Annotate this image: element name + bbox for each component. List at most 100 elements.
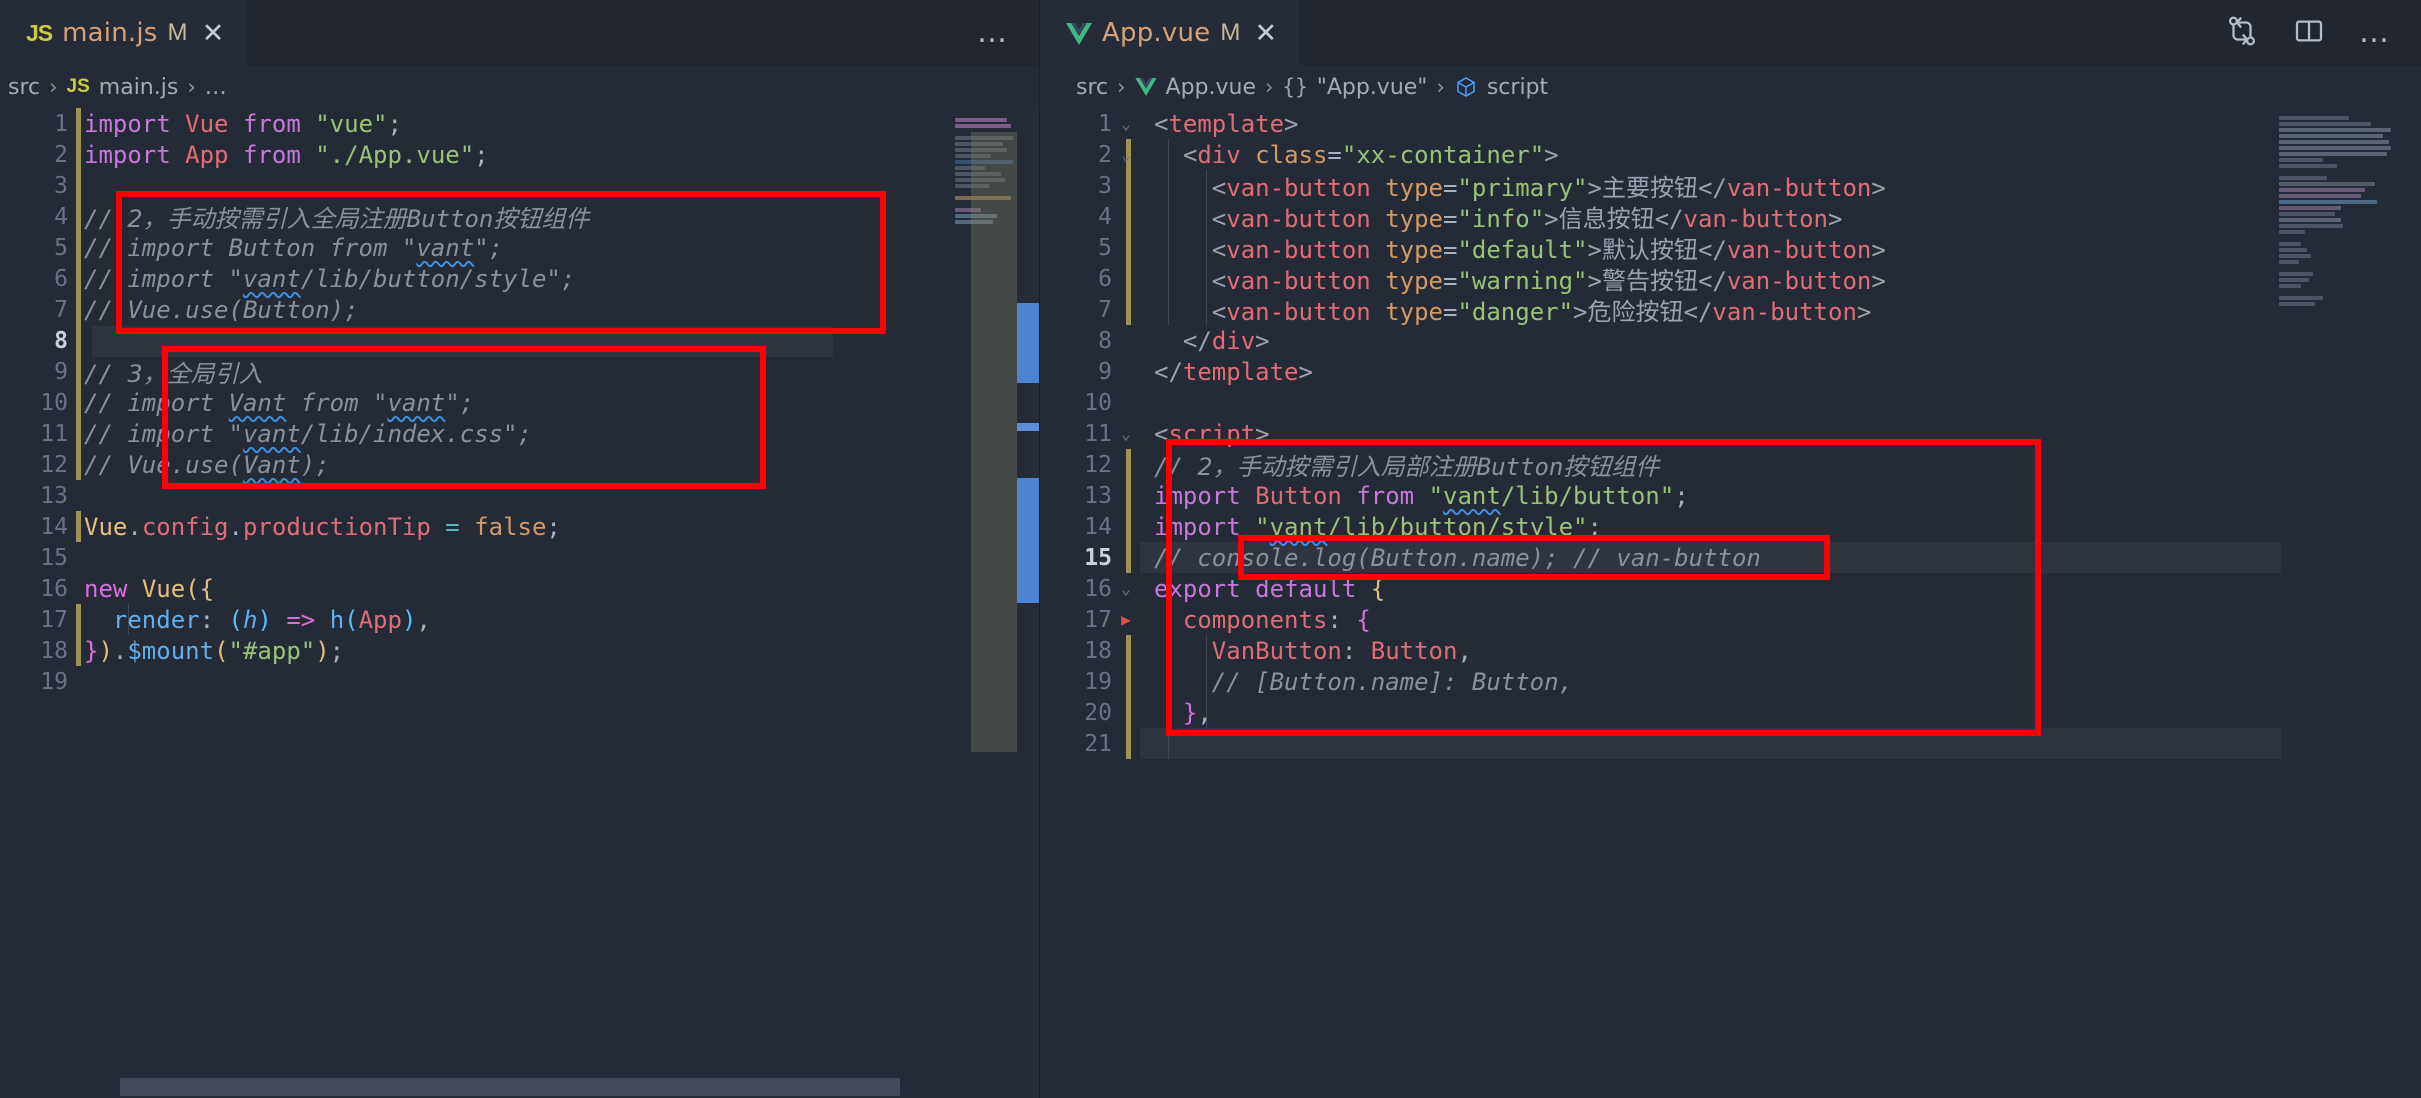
code-line: 1 import Vue from "vue";: [0, 108, 1039, 139]
code-line: 7 <van-button type="danger">危险按钮</van-bu…: [1040, 294, 2421, 327]
code-editor-left[interactable]: 1 import Vue from "vue"; 2 import App fr…: [0, 108, 1039, 1098]
line-number: 12: [40, 451, 68, 478]
line-number: 10: [40, 389, 68, 416]
line-number: 9: [54, 358, 68, 385]
tabbar-actions-right: …: [2225, 0, 2421, 66]
line-number: 6: [1098, 265, 1112, 292]
line-number: 4: [54, 203, 68, 230]
line-number: 3: [54, 172, 68, 199]
line-number: 21: [1084, 730, 1112, 757]
code-line: 4 <van-button type="info">信息按钮</van-butt…: [1040, 201, 2421, 234]
more-actions-icon[interactable]: …: [977, 18, 1009, 48]
split-editor-icon[interactable]: [2293, 15, 2325, 51]
overview-marker: [1017, 303, 1039, 383]
line-content: <van-button type="primary">主要按钮</van-but…: [1211, 174, 1886, 202]
code-line: 14 Vue.config.productionTip = false;: [0, 511, 1039, 542]
vue-file-icon: [1134, 78, 1157, 96]
code-line: 19 // [Button.name]: Button,: [1040, 666, 2421, 697]
breadcrumb-separator: ›: [187, 75, 196, 99]
breadcrumb-item-more[interactable]: …: [205, 75, 227, 100]
code-line: 12 // 2，手动按需引入局部注册Button按钮组件: [1040, 449, 2421, 482]
breadcrumb-separator: ›: [1265, 75, 1274, 99]
code-line: 6 <van-button type="warning">警告按钮</van-b…: [1040, 263, 2421, 296]
code-line: 2 ⌄ <div class="xx-container">: [1040, 139, 2421, 170]
code-line: 8 </div>: [1040, 325, 2421, 356]
breadcrumb-separator: ›: [1117, 75, 1126, 99]
code-line: 5 // import Button from "vant";: [0, 232, 1039, 263]
line-number: 15: [40, 544, 68, 571]
line-number: 3: [1098, 172, 1112, 199]
line-number: 14: [1084, 513, 1112, 540]
code-line: 19: [0, 666, 1039, 697]
breadcrumb-separator: ›: [49, 75, 58, 99]
symbol-module-icon: [1454, 75, 1478, 99]
fold-collapsed-icon[interactable]: ▶: [1112, 610, 1140, 629]
overview-ruler-left[interactable]: [971, 108, 1039, 1098]
code-editor-right[interactable]: 1 ⌄ <template> 2 ⌄ <div class="xx-contai…: [1040, 108, 2421, 1098]
code-line: 15: [0, 542, 1039, 573]
fold-chevron-down-icon[interactable]: ⌄: [1112, 145, 1140, 164]
fold-chevron-down-icon[interactable]: ⌄: [1112, 114, 1140, 133]
line-number: 12: [1084, 451, 1112, 478]
line-number: 15: [1084, 544, 1112, 571]
code-line: 14 import "vant/lib/button/style";: [1040, 511, 2421, 542]
line-content: </div>: [1182, 326, 1270, 355]
tabbar-right: App.vue M ✕ …: [1040, 0, 2421, 66]
line-number: 16: [1084, 575, 1112, 602]
tab-label: App.vue: [1102, 18, 1211, 48]
breadcrumb-item-script[interactable]: script: [1487, 75, 1548, 100]
code-line: 10 // import Vant from "vant";: [0, 387, 1039, 418]
line-content: <script>: [1154, 419, 1270, 448]
line-number: 13: [40, 482, 68, 509]
code-line: 20 },: [1040, 697, 2421, 728]
minimap-right[interactable]: [2275, 108, 2405, 1098]
compare-changes-icon[interactable]: [2225, 14, 2259, 52]
breadcrumb-item-src[interactable]: src: [8, 75, 40, 100]
more-actions-icon[interactable]: …: [2359, 18, 2391, 48]
fold-chevron-down-icon[interactable]: ⌄: [1112, 424, 1140, 443]
minimap-slider[interactable]: [971, 132, 1017, 752]
line-content: // [Button.name]: Button,: [1154, 667, 1574, 696]
line-content: <van-button type="default">默认按钮</van-but…: [1211, 236, 1886, 264]
line-content: // import Button from "vant";: [84, 233, 504, 262]
code-line: 5 <van-button type="default">默认按钮</van-b…: [1040, 232, 2421, 265]
breadcrumb-right: src › App.vue › {} "App.vue" › script: [1040, 66, 2421, 108]
code-line: 17 render: (h) => h(App),: [0, 604, 1039, 635]
line-content: <van-button type="warning">警告按钮</van-but…: [1211, 267, 1886, 295]
tabbar-left: JS main.js M ✕ …: [0, 0, 1039, 66]
code-line: 3 <van-button type="primary">主要按钮</van-b…: [1040, 170, 2421, 203]
horizontal-scrollbar-left[interactable]: [120, 1078, 900, 1096]
line-content: Vue.config.productionTip = false;: [84, 512, 561, 541]
line-content: import "vant/lib/button/style";: [1154, 512, 1602, 541]
line-number: 20: [1084, 699, 1112, 726]
line-number: 6: [54, 265, 68, 292]
breadcrumb-item-file[interactable]: App.vue: [1166, 75, 1256, 100]
editor-group-left: JS main.js M ✕ … src › JS main.js › … 1 …: [0, 0, 1040, 1098]
code-line: 13: [0, 480, 1039, 511]
line-content: import App from "./App.vue";: [84, 140, 489, 169]
tab-close-icon[interactable]: ✕: [1255, 19, 1278, 47]
breadcrumb-item-src[interactable]: src: [1076, 75, 1108, 100]
tab-main-js[interactable]: JS main.js M ✕: [0, 0, 247, 66]
code-line: 7 // Vue.use(Button);: [0, 294, 1039, 325]
line-content: <template>: [1154, 109, 1299, 138]
line-content: // import "vant/lib/button/style";: [84, 264, 576, 293]
tabbar-actions-left: …: [977, 0, 1039, 66]
line-content: <van-button type="danger">危险按钮</van-butt…: [1211, 298, 1872, 326]
code-line: 11 ⌄ <script>: [1040, 418, 2421, 449]
code-line: 12 // Vue.use(Vant);: [0, 449, 1039, 480]
breadcrumb-item-symbol[interactable]: "App.vue": [1317, 75, 1428, 100]
code-line: 6 // import "vant/lib/button/style";: [0, 263, 1039, 294]
fold-chevron-down-icon[interactable]: ⌄: [1112, 579, 1140, 598]
line-number: 7: [54, 296, 68, 323]
line-number: 11: [40, 420, 68, 447]
line-number: 2: [1098, 141, 1112, 168]
tab-app-vue[interactable]: App.vue M ✕: [1040, 0, 1300, 66]
code-line: 13 import Button from "vant/lib/button";: [1040, 480, 2421, 511]
tab-close-icon[interactable]: ✕: [202, 19, 225, 47]
code-line-active: 8: [0, 325, 1039, 356]
code-line: 16 new Vue({: [0, 573, 1039, 604]
breadcrumb-item-file[interactable]: main.js: [99, 75, 179, 100]
breadcrumb-separator: ›: [1436, 75, 1445, 99]
line-number: 1: [1098, 110, 1112, 137]
